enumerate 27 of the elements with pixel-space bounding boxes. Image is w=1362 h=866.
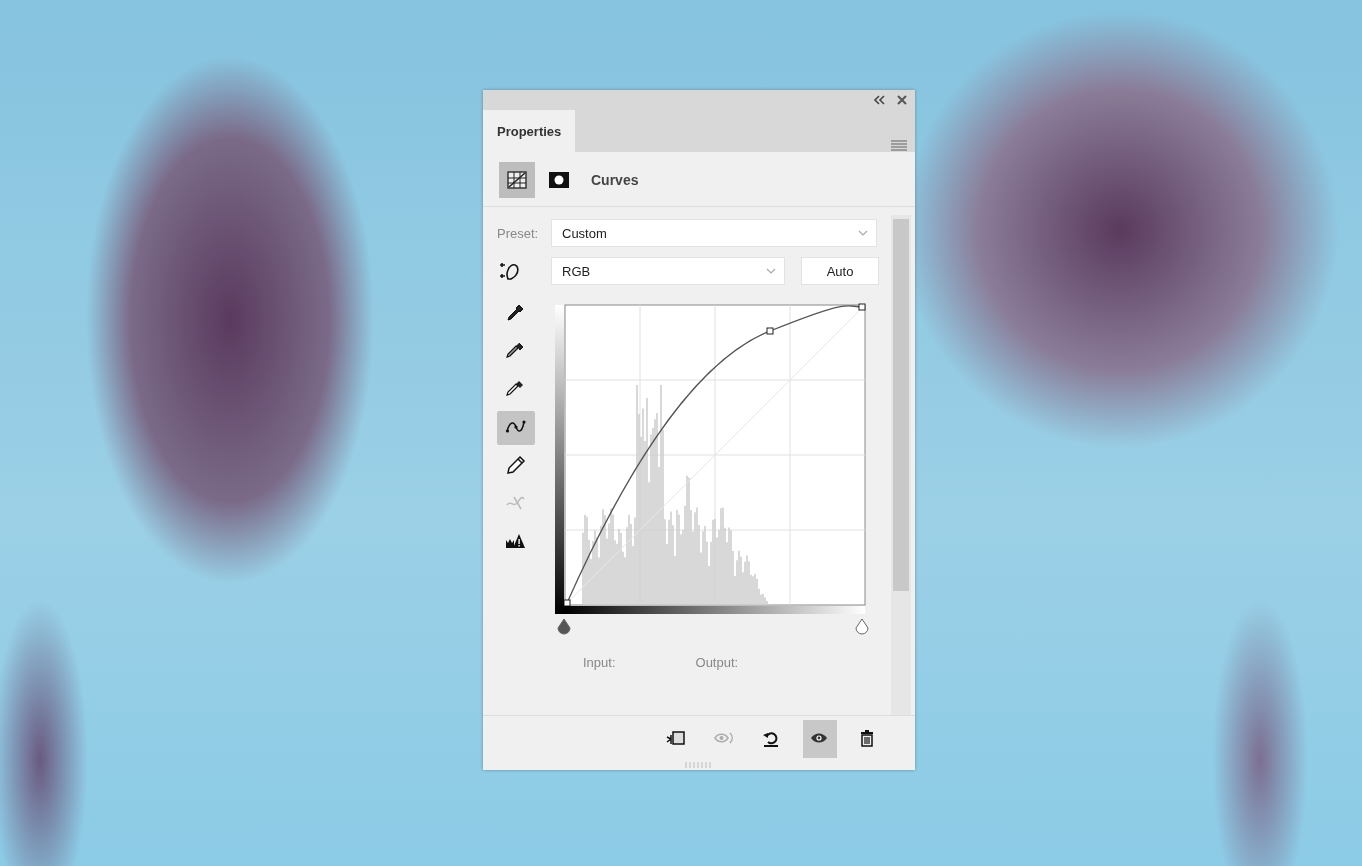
curves-adjustment-icon (506, 169, 528, 191)
input-label: Input: (583, 655, 616, 670)
channel-dropdown[interactable]: RGB (551, 257, 785, 285)
menu-icon (891, 140, 907, 152)
curve-point[interactable] (858, 303, 866, 311)
input-range-slider[interactable] (855, 618, 869, 635)
layer-mask-icon (548, 169, 570, 191)
resize-grip-icon (684, 762, 714, 768)
input-slider-track[interactable] (557, 606, 869, 635)
curve-point[interactable] (766, 327, 774, 335)
preset-label: Preset: (497, 225, 540, 241)
adjustment-title: Curves (591, 172, 639, 188)
output-label: Output: (695, 655, 739, 670)
auto-button[interactable]: Auto (801, 257, 879, 285)
pencil-icon (505, 455, 527, 477)
close-icon (897, 95, 907, 105)
scrollbar[interactable] (891, 215, 911, 715)
properties-tab[interactable]: Properties (483, 110, 576, 152)
chevron-down-icon (766, 268, 776, 274)
input-range-slider[interactable] (557, 618, 571, 635)
adjustment-mode-button[interactable] (499, 162, 535, 198)
visibility-button[interactable] (803, 720, 837, 758)
preset-dropdown[interactable]: Custom (551, 219, 877, 247)
curve-point[interactable] (563, 599, 571, 607)
chevron-down-icon (858, 230, 868, 236)
curve-tool-button[interactable] (497, 411, 535, 445)
collapse-icon (873, 95, 885, 105)
